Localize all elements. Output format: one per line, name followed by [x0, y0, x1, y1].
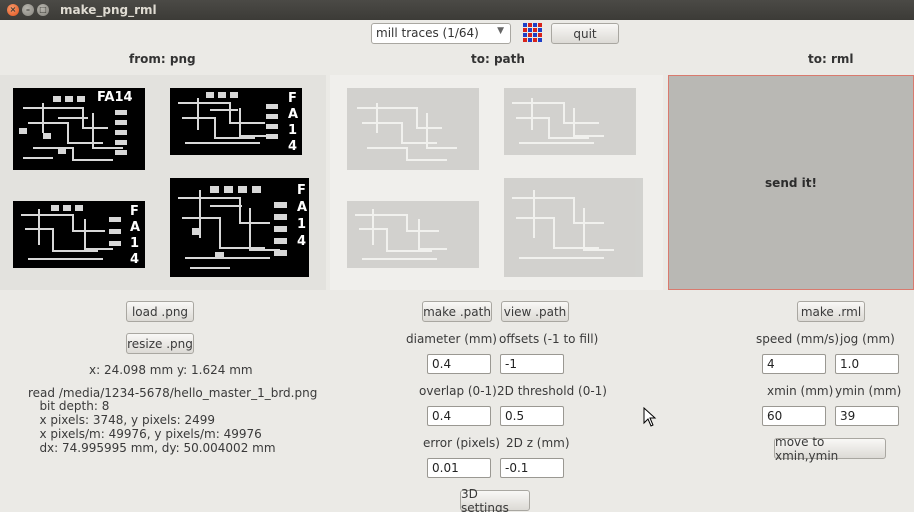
- path-preview-3: [347, 201, 479, 268]
- png-info-line-4: x pixels/m: 49976, y pixels/m: 49976: [28, 427, 262, 441]
- quit-button[interactable]: quit: [551, 23, 619, 44]
- speed-input[interactable]: [762, 354, 826, 374]
- path-preview-1: [347, 88, 479, 170]
- threshold-input[interactable]: [500, 406, 564, 426]
- speed-label: speed (mm/s): [756, 332, 840, 346]
- ymin-input[interactable]: [835, 406, 899, 426]
- cursor-coords: x: 24.098 mm y: 1.624 mm: [89, 363, 253, 377]
- xmin-label: xmin (mm): [767, 384, 834, 398]
- offsets-label: offsets (-1 to fill): [499, 332, 599, 346]
- png-info-line-2: bit depth: 8: [28, 399, 110, 413]
- overlap-input[interactable]: [427, 406, 491, 426]
- board-label-v3: 1: [288, 123, 297, 138]
- path-preview-2: [504, 88, 636, 155]
- chevron-down-icon: ▼: [497, 26, 504, 36]
- maximize-window-icon[interactable]: □: [37, 4, 49, 16]
- threshold-label: 2D threshold (0-1): [497, 384, 607, 398]
- mode-select[interactable]: mill traces (1/64) ▼: [371, 23, 511, 44]
- send-it-button[interactable]: send it!: [668, 75, 914, 290]
- send-it-label: send it!: [765, 175, 817, 190]
- board-label-v1: F: [288, 91, 297, 106]
- board-label-v4: 4: [288, 139, 297, 154]
- xmin-input[interactable]: [762, 406, 826, 426]
- window-title: make_png_rml: [60, 3, 157, 17]
- png-info-line-3: x pixels: 3748, y pixels: 2499: [28, 413, 216, 427]
- board-label-v3: 1: [130, 236, 139, 251]
- board-label-v4: 4: [297, 234, 306, 249]
- color-grid-icon[interactable]: [521, 21, 543, 43]
- board-label-horizontal: FA14: [97, 90, 133, 105]
- z-input[interactable]: [500, 458, 564, 478]
- board-label-v2: A: [297, 200, 307, 215]
- diameter-input[interactable]: [427, 354, 491, 374]
- title-bar: × – □ make_png_rml: [0, 0, 914, 20]
- diameter-label: diameter (mm): [406, 332, 497, 346]
- png-info-line-5: dx: 74.995995 mm, dy: 50.004002 mm: [28, 441, 276, 455]
- board-label-v1: F: [297, 183, 306, 198]
- board-label-v3: 1: [297, 217, 306, 232]
- board-preview-3: F A 1 4: [13, 201, 145, 268]
- jog-label: jog (mm): [840, 332, 895, 346]
- to-path-header: to: path: [471, 52, 525, 66]
- overlap-label: overlap (0-1): [419, 384, 497, 398]
- resize-png-button[interactable]: resize .png: [126, 333, 194, 354]
- load-png-button[interactable]: load .png: [126, 301, 194, 322]
- board-label-v2: A: [130, 220, 140, 235]
- ymin-label: ymin (mm): [835, 384, 902, 398]
- minimize-window-icon[interactable]: –: [22, 4, 34, 16]
- board-label-v2: A: [288, 107, 298, 122]
- path-preview-4: [504, 178, 643, 277]
- board-preview-2: F A 1 4: [170, 88, 302, 155]
- from-png-header: from: png: [129, 52, 196, 66]
- view-path-button[interactable]: view .path: [501, 301, 569, 322]
- board-preview-4: F A 1 4: [170, 178, 309, 277]
- offsets-input[interactable]: [500, 354, 564, 374]
- jog-input[interactable]: [835, 354, 899, 374]
- board-preview-1: FA14: [13, 88, 145, 170]
- board-label-v1: F: [130, 204, 139, 219]
- make-rml-button[interactable]: make .rml: [797, 301, 865, 322]
- mouse-pointer-icon: [643, 407, 657, 427]
- error-input[interactable]: [427, 458, 491, 478]
- mode-select-value: mill traces (1/64): [376, 26, 479, 40]
- error-label: error (pixels): [423, 436, 500, 450]
- make-path-button[interactable]: make .path: [422, 301, 492, 322]
- close-window-icon[interactable]: ×: [7, 4, 19, 16]
- board-label-v4: 4: [130, 252, 139, 267]
- to-rml-header: to: rml: [808, 52, 854, 66]
- move-to-xmin-ymin-button[interactable]: move to xmin,ymin: [774, 435, 886, 463]
- z-label: 2D z (mm): [506, 436, 570, 450]
- 3d-settings-button[interactable]: 3D settings: [460, 487, 530, 512]
